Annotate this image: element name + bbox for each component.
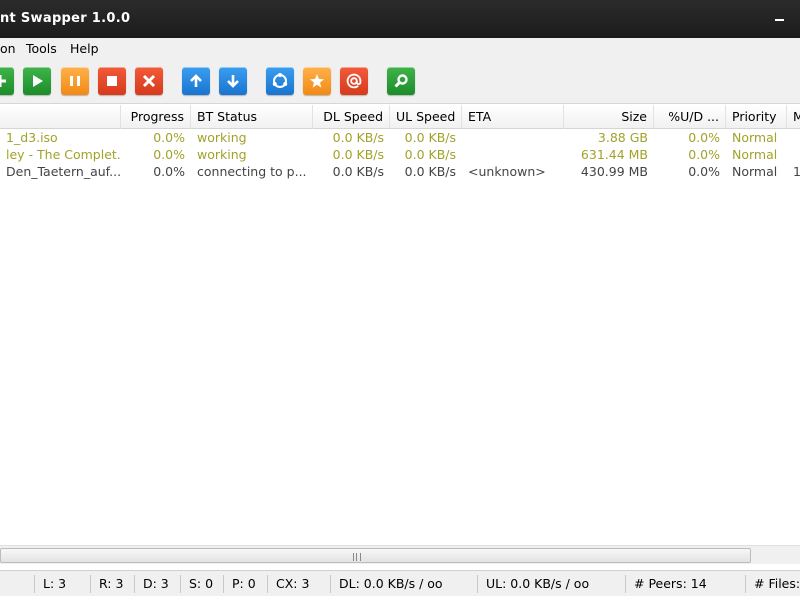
scrollbar-thumb[interactable]: [0, 548, 751, 563]
horizontal-scrollbar[interactable]: [0, 545, 800, 564]
row-extra: 1: [793, 164, 800, 179]
row-priority: Normal: [732, 130, 778, 145]
column-size[interactable]: Size: [564, 105, 654, 129]
status-running: R: 3: [90, 575, 123, 593]
row-name: ley - The Complet...: [6, 147, 121, 162]
row-name: 1_d3.iso: [6, 130, 58, 145]
status-paused: P: 0: [223, 575, 256, 593]
pause-button[interactable]: [61, 67, 89, 95]
row-ud-ratio: 0.0%: [688, 130, 720, 145]
column-bt-status[interactable]: BT Status: [191, 105, 313, 129]
minimize-button[interactable]: [775, 19, 784, 21]
at-icon: [346, 73, 362, 89]
row-status: working: [197, 147, 247, 162]
row-eta: <unknown>: [468, 164, 546, 179]
stop-icon: [107, 76, 117, 86]
window-title: nt Swapper 1.0.0: [0, 11, 131, 26]
menu-tools[interactable]: Tools: [26, 41, 57, 56]
share-icon: [272, 73, 288, 88]
arrow-down-icon: [227, 75, 239, 88]
row-status: working: [197, 130, 247, 145]
email-button[interactable]: [340, 67, 368, 95]
column-m[interactable]: M: [787, 105, 800, 129]
row-ul-speed: 0.0 KB/s: [404, 147, 456, 162]
torrent-list: 1_d3.iso 0.0% working 0.0 KB/s 0.0 KB/s …: [0, 130, 800, 181]
row-extra: [787, 147, 800, 164]
status-downloading: D: 3: [134, 575, 169, 593]
row-dl-speed: 0.0 KB/s: [332, 147, 384, 162]
row-extra: [787, 130, 800, 147]
row-ul-speed: 0.0 KB/s: [404, 130, 456, 145]
row-ul-speed: 0.0 KB/s: [404, 164, 456, 179]
status-bar: L: 3 R: 3 D: 3 S: 0 P: 0 CX: 3 DL: 0.0 K…: [0, 570, 800, 596]
close-icon: [142, 74, 156, 88]
star-icon: [310, 74, 324, 88]
row-name: Den_Taetern_auf...: [6, 164, 121, 179]
arrow-up-icon: [190, 74, 202, 87]
column-ul-speed[interactable]: UL Speed: [390, 105, 462, 129]
stop-button[interactable]: [98, 67, 126, 95]
row-size: 3.88 GB: [597, 130, 648, 145]
remove-button[interactable]: [135, 67, 163, 95]
toolbar: [0, 60, 800, 104]
move-up-button[interactable]: [182, 67, 210, 95]
table-row[interactable]: 1_d3.iso 0.0% working 0.0 KB/s 0.0 KB/s …: [0, 130, 800, 147]
share-button[interactable]: [266, 67, 294, 95]
row-progress: 0.0%: [153, 147, 185, 162]
column-progress[interactable]: Progress: [121, 105, 191, 129]
row-eta: [462, 147, 564, 164]
row-priority: Normal: [732, 147, 778, 162]
search-button[interactable]: [387, 67, 415, 95]
table-row[interactable]: ley - The Complet... 0.0% working 0.0 KB…: [0, 147, 800, 164]
start-button[interactable]: [23, 67, 51, 95]
add-button[interactable]: [0, 67, 14, 95]
pause-icon: [70, 76, 80, 86]
row-dl-speed: 0.0 KB/s: [332, 130, 384, 145]
row-progress: 0.0%: [153, 164, 185, 179]
row-size: 430.99 MB: [580, 164, 648, 179]
column-ud-ratio[interactable]: %U/D ...: [654, 105, 726, 129]
status-download-speed: DL: 0.0 KB/s / oo: [330, 575, 443, 593]
row-priority: Normal: [732, 164, 778, 179]
play-icon: [33, 75, 43, 87]
status-files: # Files:: [745, 575, 800, 593]
torrent-list-header: Progress BT Status DL Speed UL Speed ETA…: [0, 105, 800, 129]
add-icon: [0, 75, 6, 87]
favorite-button[interactable]: [303, 67, 331, 95]
column-name[interactable]: [0, 105, 121, 129]
row-status: connecting to p...: [197, 164, 307, 179]
status-seeding: S: 0: [180, 575, 213, 593]
row-progress: 0.0%: [153, 130, 185, 145]
status-loaded: L: 3: [34, 575, 66, 593]
title-bar: nt Swapper 1.0.0: [0, 0, 800, 38]
menu-help[interactable]: Help: [70, 41, 99, 56]
status-peers: # Peers: 14: [625, 575, 707, 593]
menu-bar: on Tools Help: [0, 38, 800, 60]
row-dl-speed: 0.0 KB/s: [332, 164, 384, 179]
row-ud-ratio: 0.0%: [688, 164, 720, 179]
grip-icon: [353, 553, 361, 561]
row-eta: [462, 130, 564, 147]
status-connections: CX: 3: [267, 575, 309, 593]
menu-action[interactable]: on: [0, 41, 16, 56]
row-ud-ratio: 0.0%: [688, 147, 720, 162]
row-size: 631.44 MB: [580, 147, 648, 162]
search-icon: [394, 74, 408, 88]
move-down-button[interactable]: [219, 67, 247, 95]
column-dl-speed[interactable]: DL Speed: [313, 105, 390, 129]
status-upload-speed: UL: 0.0 KB/s / oo: [477, 575, 589, 593]
status-first-divider: [0, 575, 34, 593]
column-eta[interactable]: ETA: [462, 105, 564, 129]
column-priority[interactable]: Priority: [726, 105, 787, 129]
table-row[interactable]: Den_Taetern_auf... 0.0% connecting to p.…: [0, 164, 800, 181]
